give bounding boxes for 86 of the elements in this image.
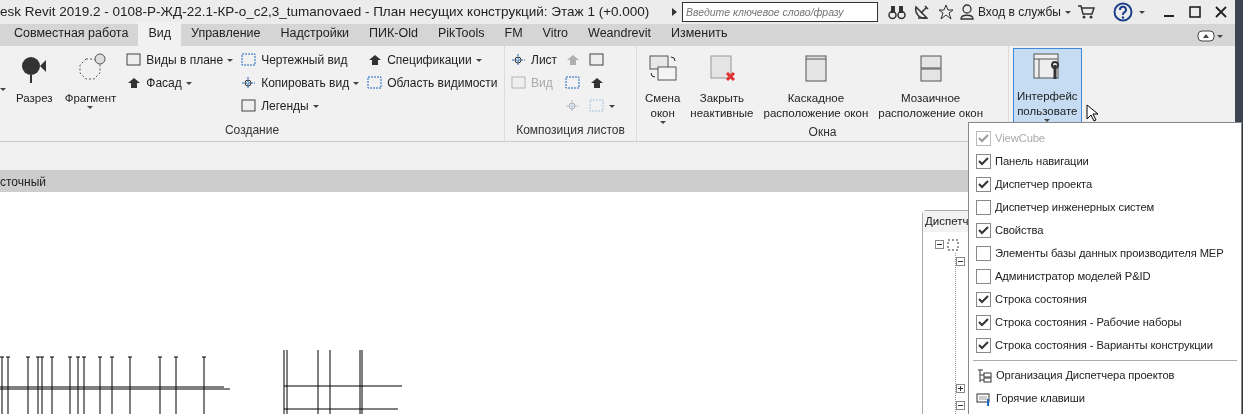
checkbox[interactable] [976, 292, 991, 307]
legend-icon [241, 98, 258, 114]
checkbox[interactable] [976, 154, 991, 169]
menu-item[interactable]: Строка состояния [995, 291, 1087, 308]
ribbon-button[interactable]: Спецификации [365, 50, 500, 70]
checkbox[interactable] [976, 177, 991, 192]
ribbon-button[interactable]: Мозаичное расположение окон [874, 50, 988, 123]
menu-item[interactable]: Строка состояния - Рабочие наборы [995, 314, 1182, 331]
caret-icon [312, 104, 319, 108]
help-icon[interactable] [1113, 2, 1133, 22]
keyboard-icon [976, 390, 992, 407]
ribbon-tab[interactable]: Изменить [661, 22, 738, 46]
binoculars-icon[interactable] [888, 4, 906, 20]
ribbon-button[interactable]: Лист [509, 50, 560, 70]
ribbon-tab[interactable]: PikTools [427, 22, 495, 46]
user-icon [960, 4, 974, 20]
checkbox[interactable] [976, 315, 991, 330]
ribbon-button[interactable]: Копировать вид [239, 73, 362, 93]
menu-item[interactable]: Горячие клавиши [996, 390, 1085, 407]
sign-in-button[interactable]: Вход в службы [958, 2, 1073, 22]
caret-icon [227, 58, 234, 62]
checkbox[interactable] [976, 246, 991, 261]
ribbon-button[interactable]: Фасад [124, 73, 236, 93]
floor-plan-icon [126, 52, 143, 68]
ribbon-button[interactable]: Интерфейс пользовате [1013, 48, 1082, 123]
collapse-icon[interactable] [935, 240, 944, 250]
cart-icon[interactable] [1077, 4, 1095, 20]
checkbox[interactable] [976, 223, 991, 238]
maximize-icon[interactable] [1189, 6, 1201, 18]
caret-icon [1065, 10, 1071, 14]
satellite-dish-icon[interactable] [914, 4, 930, 20]
ribbon-tab[interactable]: Weandrevit [578, 22, 662, 46]
ribbon-button[interactable]: Фрагмент [60, 50, 121, 122]
ribbon-tab[interactable]: Совместная работа [4, 22, 139, 46]
panel-title: Окна [808, 124, 837, 141]
menu-item[interactable]: Диспетчер инженерных систем [995, 199, 1155, 216]
menu-item[interactable]: Элементы базы данных производителя MEP [995, 245, 1224, 262]
caret-icon [609, 104, 616, 108]
checkbox[interactable] [976, 338, 991, 353]
ribbon-button[interactable]: Закрыть неактивные [686, 50, 758, 123]
ribbon-button[interactable]: Область видимости [365, 73, 500, 93]
caret-icon [475, 58, 482, 62]
ribbon-tab[interactable]: Vitro [532, 22, 579, 46]
ribbon-button[interactable]: Каскадное расположение окон [759, 50, 873, 123]
menu-item[interactable]: Диспетчер проекта [995, 176, 1093, 193]
window-title: esk Revit 2019.2 - 0108-Р-ЖД-22.1-КР-о_c2,3_tumanovaed - План несущих конструкций: Этаж 1 (+0.000) [0, 2, 651, 21]
ribbon-tab[interactable]: ПИК-Old [359, 22, 428, 46]
collapse-icon[interactable] [956, 257, 965, 267]
caret-icon [659, 121, 666, 124]
expand-arrow-icon[interactable] [672, 8, 678, 16]
collapse-icon[interactable] [956, 401, 965, 411]
drafting-view-icon [241, 52, 258, 68]
menu-item[interactable]: Свойства [995, 222, 1044, 239]
panel-title: Диспетч [923, 211, 969, 233]
caret-icon [185, 81, 192, 85]
ribbon-button[interactable]: Легенды [239, 96, 362, 116]
ribbon-tab[interactable]: Управление [181, 22, 271, 46]
checkbox[interactable] [976, 269, 991, 284]
view-icon [947, 238, 959, 251]
menu-item[interactable]: Администратор моделей P&ID [995, 268, 1151, 285]
panel-title: Создание [224, 122, 280, 140]
star-icon[interactable] [938, 4, 954, 20]
copy-view-icon [241, 75, 258, 91]
ribbon-tab[interactable]: Надстройки [270, 22, 360, 46]
scope-box-icon [367, 75, 384, 91]
menu-item[interactable]: Организация Диспетчера проектов [996, 367, 1175, 384]
ribbon-tab[interactable]: Вид [138, 22, 181, 46]
menu-item[interactable]: Панель навигации [995, 153, 1089, 170]
ribbon-button[interactable]: Виды в плане [124, 50, 236, 70]
checkbox[interactable] [976, 200, 991, 215]
ribbon-toggle-icon[interactable] [1197, 30, 1223, 42]
expand-icon[interactable] [956, 384, 965, 394]
menu-item[interactable]: Строка состояния - Варианты конструкции [995, 337, 1213, 354]
caret-icon[interactable] [0, 88, 6, 92]
ribbon-tab[interactable]: FM [494, 22, 533, 46]
search-field[interactable]: Введите ключевое слово/фразу [682, 2, 878, 22]
caret-icon [353, 81, 360, 85]
view-tab[interactable]: сточный [0, 175, 46, 189]
caret-icon [87, 106, 94, 109]
caret-icon[interactable] [1139, 10, 1145, 14]
hierarchy-icon [976, 367, 992, 384]
panel-title: Композиция листов [516, 122, 625, 140]
ribbon-button[interactable]: Разрез [12, 50, 57, 122]
ribbon-button[interactable]: Смена окон [641, 50, 685, 123]
ribbon-button[interactable]: Чертежный вид [239, 50, 362, 70]
close-icon[interactable] [1215, 6, 1227, 18]
